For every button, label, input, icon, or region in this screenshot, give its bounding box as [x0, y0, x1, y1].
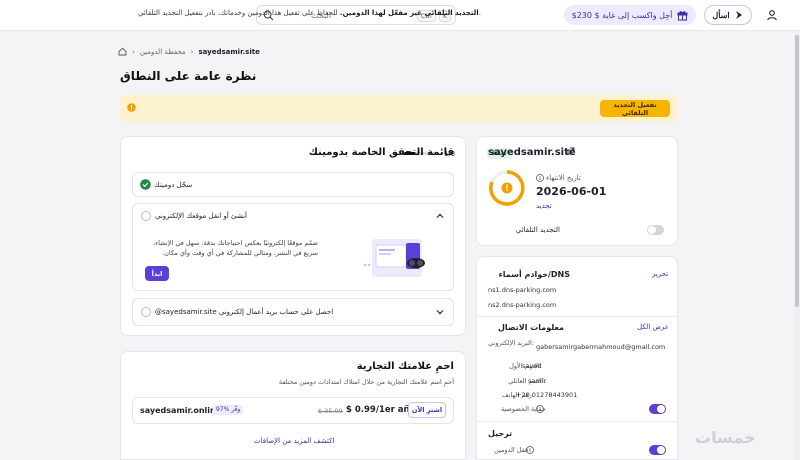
notice-text: التجديد التلقائي غير مفعّل لهذا الدومين.… [138, 9, 481, 17]
privacy-toggle[interactable] [649, 404, 666, 414]
user-icon[interactable] [766, 9, 778, 21]
contact-title: معلومات الاتصال [497, 323, 564, 332]
gift-icon [677, 10, 688, 20]
show-all-link[interactable]: عرض الكل [637, 323, 669, 331]
renew-link[interactable]: تجديد [536, 202, 552, 210]
enable-auto-renew-button[interactable]: تفعيل التجديد التلقائي [600, 100, 670, 117]
website-description: صمّم موقعًا إلكترونيًا يعكس احتياجاتك بد… [153, 239, 318, 257]
page-title: نظرة عامة على النطاق [120, 69, 257, 83]
toggle-knob [657, 446, 665, 454]
brand-title: احمِ علامتك التجارية [356, 361, 454, 372]
last-name-value: samir [528, 377, 547, 385]
promo-text: $أحِل واكسب إلى غاية $ 230 [571, 10, 673, 20]
discount-badge: وفّر %97 [213, 405, 244, 415]
check-circle-icon [140, 179, 151, 190]
checklist-title: قائمة التحقق الخاصة بدومينك [308, 147, 454, 158]
dns-edit-link[interactable]: تحرير [652, 270, 668, 278]
checklist-item-label: سجّل دومينك [154, 181, 193, 189]
divider [476, 421, 678, 422]
breadcrumb-portfolio[interactable]: محفظة الدومين [140, 48, 186, 56]
breadcrumb-current: sayedsamir.site [198, 47, 260, 56]
domain-lock-label: قفل الدومين [494, 446, 529, 454]
expiry-label: تاريخ الانتهاء [546, 174, 581, 182]
domain-lock-toggle[interactable] [649, 445, 666, 455]
start-website-button[interactable]: ابدأ [145, 266, 169, 281]
ask-button[interactable]: اسأل [704, 5, 752, 25]
chevron-right-icon: › [190, 47, 194, 56]
auto-renew-label: التجديد التلقائي [515, 226, 560, 234]
toggle-knob [648, 226, 656, 234]
domain-name: sayedsamir.site [488, 147, 576, 158]
info-icon[interactable] [536, 174, 544, 182]
checklist-radio[interactable] [141, 211, 151, 221]
dns-server: ns2.dns-parking.com [488, 301, 557, 309]
buy-now-button[interactable]: اشترِ الآن [408, 402, 446, 418]
offer-domain: sayedsamir.online [140, 406, 222, 415]
dns-title: خوادم أسماء/DNS [498, 270, 570, 279]
expiry-date: 2026-06-01 [536, 185, 607, 198]
page-scrollbar[interactable] [794, 31, 800, 460]
home-icon[interactable] [118, 47, 127, 56]
notice-bold: التجديد التلقائي غير مفعّل لهذا الدومين. [339, 9, 479, 17]
warning-icon [127, 103, 136, 112]
info-icon[interactable] [536, 405, 544, 413]
toggle-knob [657, 405, 665, 413]
chevron-up-icon[interactable] [436, 212, 444, 220]
brand-subtitle: أحمِ اسم علامتك التجارية من خلال امتلاك … [278, 378, 454, 386]
offer-price: $ 0.99/1er año [346, 405, 416, 415]
checklist-item-label: @sayedsamir.site احصل على حساب بريد أعما… [155, 308, 334, 316]
divider [476, 316, 678, 317]
email-value: gabersamirgabermahmoud@gmail.com [536, 343, 666, 351]
dns-server: ns1.dns-parking.com [488, 286, 557, 294]
referral-promo[interactable]: $أحِل واكسب إلى غاية $ 230 [564, 5, 696, 25]
transfer-title: ترحيل [488, 429, 513, 438]
first-name-value: sayed [522, 362, 542, 370]
checklist-radio[interactable] [141, 307, 151, 317]
sparkle-icon [735, 11, 742, 19]
breadcrumb: › محفظة الدومين › sayedsamir.site [118, 47, 260, 56]
chevron-right-icon: › [132, 47, 135, 56]
auto-renew-toggle[interactable] [647, 225, 664, 235]
watermark-logo: خمسات [695, 428, 756, 447]
auto-renew-notice: تفعيل التجديد التلقائي [120, 95, 678, 122]
chevron-down-icon[interactable] [436, 308, 444, 316]
ask-label: اسأل [712, 10, 730, 20]
website-builder-illustration-icon [363, 239, 425, 277]
old-price: $ 35.99 [318, 407, 343, 415]
discover-more-link[interactable]: اكتشف المزيد من الإضافات [254, 437, 334, 445]
checklist-item-label: أنشئ أو انقل موقعك الإلكتروني [155, 212, 247, 220]
expiry-ring-icon [489, 170, 525, 206]
info-icon[interactable] [526, 446, 534, 454]
phone-value: +20 01278443901 [516, 391, 578, 399]
scrollbar-thumb[interactable] [795, 35, 799, 307]
email-label: البريد الإلكتروني: [488, 339, 534, 347]
